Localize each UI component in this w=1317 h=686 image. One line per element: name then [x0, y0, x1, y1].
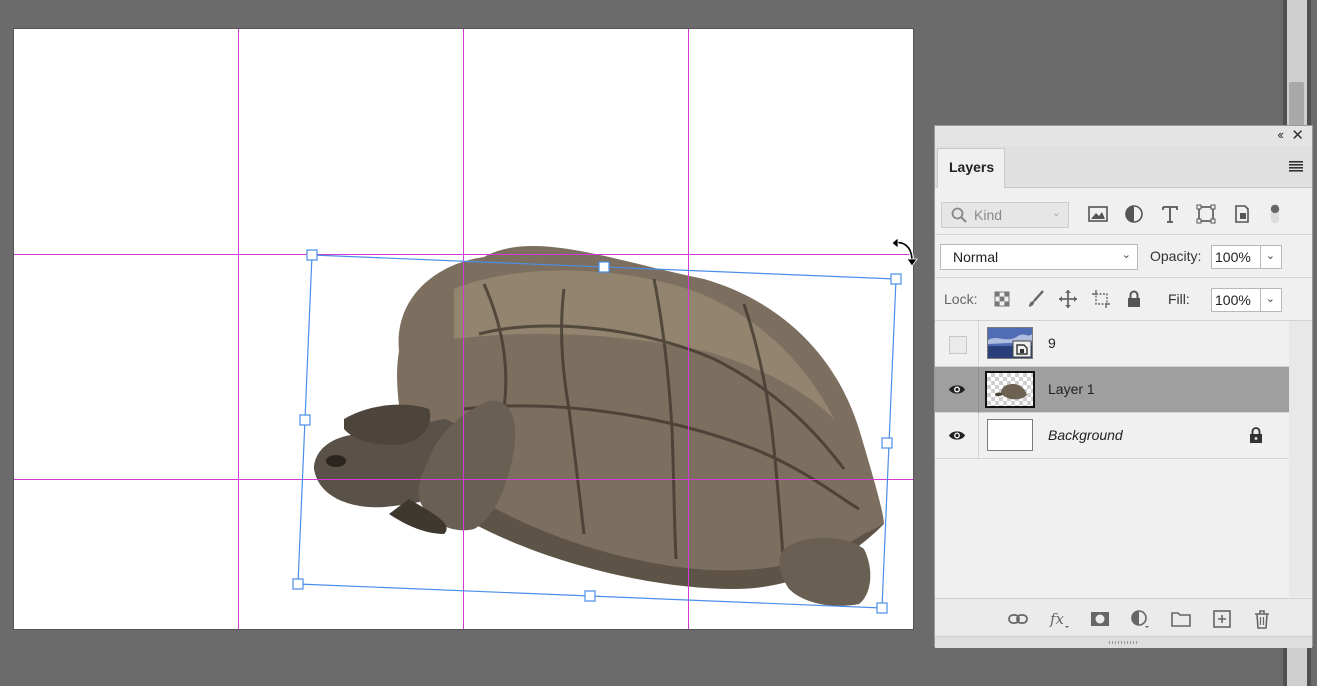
transform-handle-top-right[interactable]: [890, 273, 902, 285]
visibility-cell[interactable]: [935, 367, 979, 413]
add-mask-icon[interactable]: [1090, 609, 1110, 629]
lock-transparent-pixels-icon[interactable]: [992, 289, 1012, 309]
transform-handle-bottom[interactable]: [584, 590, 596, 602]
search-icon: [951, 207, 967, 223]
transform-handle-bottom-left[interactable]: [292, 578, 304, 590]
transform-handle-bottom-right[interactable]: [876, 602, 888, 614]
rotate-cursor-icon: [891, 237, 918, 267]
link-layers-icon[interactable]: [1008, 609, 1028, 629]
lock-icon: [1250, 427, 1262, 443]
blend-mode-select[interactable]: Normal ⌄: [940, 244, 1138, 270]
filter-kind-label: Kind: [974, 207, 1003, 223]
new-layer-icon[interactable]: [1212, 609, 1232, 629]
field-divider: [1260, 246, 1261, 268]
layer-filter-row: Kind ⌄: [935, 188, 1312, 235]
transform-handle-left[interactable]: [299, 414, 311, 426]
blend-row: Normal ⌄ Opacity: 100% ⌄: [935, 235, 1312, 278]
grip-dots: [1109, 641, 1139, 644]
filter-kind-select[interactable]: Kind ⌄: [941, 202, 1069, 228]
canvas-artwork: [14, 29, 913, 629]
eye-icon[interactable]: [948, 429, 966, 442]
document-scrollbar-thumb[interactable]: [1289, 82, 1304, 130]
svg-text:fx: fx: [1049, 610, 1065, 628]
tortoise-image[interactable]: [314, 245, 884, 606]
smart-object-filter-icon[interactable]: [1231, 203, 1253, 225]
layer-row[interactable]: Background: [935, 413, 1289, 459]
lock-position-icon[interactable]: [1058, 289, 1078, 309]
adjustment-filter-icon[interactable]: [1123, 203, 1145, 225]
smart-object-thumbnail-icon: [988, 328, 1032, 358]
tortoise-thumbnail: [995, 384, 1027, 400]
image-filter-icon[interactable]: [1087, 203, 1109, 225]
layers-bottom-bar: fx: [935, 598, 1312, 637]
panel-resize-grip[interactable]: [935, 636, 1312, 648]
layers-panel: ‹‹ ✕ Layers Kind ⌄ Normal ⌄ Opacity: 100…: [934, 125, 1313, 648]
layer-style-icon[interactable]: fx: [1049, 609, 1069, 629]
layer-name[interactable]: Layer 1: [1048, 381, 1095, 397]
lock-label: Lock:: [944, 291, 978, 307]
shape-filter-icon[interactable]: [1195, 203, 1217, 225]
transform-handle-top-left[interactable]: [306, 249, 318, 261]
delete-layer-icon[interactable]: [1252, 609, 1272, 629]
visibility-cell[interactable]: [935, 413, 979, 459]
new-group-icon[interactable]: [1171, 609, 1191, 629]
panel-tab-bar: Layers: [935, 146, 1312, 188]
layer-thumbnail: [987, 327, 1033, 359]
chevron-down-icon: ⌄: [1051, 207, 1061, 219]
chevron-down-icon[interactable]: ⌄: [1266, 292, 1275, 305]
chevron-down-icon: ⌄: [1121, 249, 1131, 261]
document-canvas[interactable]: [14, 29, 913, 629]
fill-label: Fill:: [1168, 291, 1190, 307]
layer-name[interactable]: 9: [1048, 335, 1056, 351]
new-adjustment-icon[interactable]: [1130, 609, 1150, 629]
chevron-down-icon[interactable]: ⌄: [1266, 249, 1275, 262]
lock-artboard-icon[interactable]: [1091, 289, 1111, 309]
transform-handle-right[interactable]: [881, 437, 893, 449]
type-filter-icon[interactable]: [1159, 203, 1181, 225]
field-divider: [1260, 289, 1261, 311]
opacity-value: 100%: [1215, 249, 1251, 265]
transform-handle-top[interactable]: [598, 261, 610, 273]
visibility-cell[interactable]: [935, 321, 979, 367]
opacity-field[interactable]: 100% ⌄: [1211, 245, 1282, 269]
filter-toggle-icon[interactable]: [1267, 203, 1283, 225]
layer-list: 9 Layer 1 Background: [935, 321, 1289, 597]
blend-mode-value: Normal: [953, 249, 999, 265]
opacity-label: Opacity:: [1150, 248, 1202, 264]
panel-menu-icon[interactable]: [1289, 161, 1303, 172]
visibility-toggle-off[interactable]: [949, 336, 967, 354]
layer-list-scrollbar[interactable]: [1289, 321, 1312, 597]
layer-thumbnail: [987, 419, 1033, 451]
layer-name[interactable]: Background: [1048, 427, 1123, 443]
fill-value: 100%: [1215, 292, 1251, 308]
layer-row[interactable]: 9: [935, 321, 1289, 367]
panel-title-bar[interactable]: ‹‹ ✕: [935, 126, 1312, 147]
lock-all-icon[interactable]: [1124, 289, 1144, 309]
lock-row: Lock: Fill: 100% ⌄: [935, 278, 1312, 321]
eye-icon[interactable]: [948, 383, 966, 396]
layer-row-selected[interactable]: Layer 1: [935, 367, 1289, 413]
layer-thumbnail: [985, 371, 1035, 408]
tab-layers[interactable]: Layers: [937, 148, 1005, 188]
collapse-panel-icon[interactable]: ‹‹: [1277, 127, 1284, 142]
close-panel-icon[interactable]: ✕: [1291, 126, 1304, 144]
fill-field[interactable]: 100% ⌄: [1211, 288, 1282, 312]
lock-image-pixels-icon[interactable]: [1026, 289, 1046, 309]
